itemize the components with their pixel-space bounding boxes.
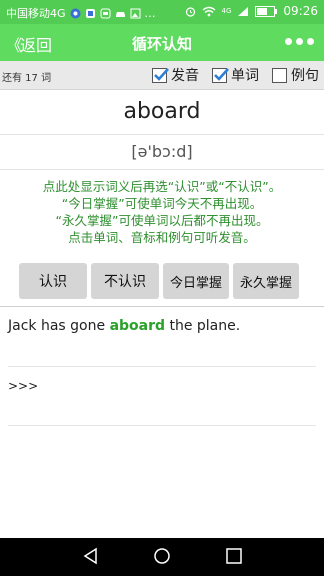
- app-bar: 《 返回 循环认知: [0, 24, 324, 61]
- checkbox-checked-icon: [212, 67, 229, 83]
- reveal-meaning-area[interactable]: 点此处显示词义后再选“认识”或“不认识”。 “今日掌握”可使单词今天不再出现。 …: [0, 178, 324, 246]
- app-notification-icon: [70, 8, 81, 18]
- battery-icon: [255, 5, 278, 17]
- network-type-label: 4G: [221, 7, 232, 15]
- image-icon: [130, 8, 141, 18]
- example-checkbox[interactable]: 例句: [272, 65, 319, 85]
- hint-line: 点击单词、音标和例句可听发音。: [68, 230, 256, 245]
- clock-label: 09:26: [283, 4, 318, 18]
- signal-icon: [238, 6, 249, 16]
- system-nav-bar: [0, 538, 324, 576]
- checkbox-unchecked-icon: [272, 67, 287, 83]
- options-bar: 还有 17 词 发音 单词 例句: [0, 61, 324, 90]
- recent-apps-square-icon[interactable]: [225, 547, 243, 565]
- app-notification-icon: [100, 8, 111, 18]
- divider: [8, 366, 316, 367]
- phonetic-text[interactable]: [ə'bɔ:d]: [0, 135, 324, 170]
- example-sentence[interactable]: Jack has gone aboard the plane.: [8, 318, 240, 334]
- page-title: 循环认知: [131, 35, 192, 53]
- action-buttons: 认识 不认识 今日掌握 永久掌握: [19, 263, 299, 299]
- status-bar-left: 中国移动4G …: [6, 5, 156, 21]
- app-notification-icon: [85, 8, 95, 18]
- more-notifications-icon: …: [144, 6, 156, 20]
- status-bar-right: 4G 09:26: [185, 4, 318, 18]
- dont-know-button[interactable]: 不认识: [91, 263, 159, 299]
- sentence-prefix: Jack has gone: [8, 318, 110, 334]
- example-label: 例句: [291, 68, 319, 84]
- more-dots-icon: [307, 38, 314, 45]
- more-dots-icon: [296, 38, 303, 45]
- back-triangle-icon[interactable]: [82, 547, 100, 565]
- pronunciation-label: 发音: [171, 68, 199, 84]
- divider: [8, 425, 316, 426]
- carrier-label: 中国移动4G: [6, 7, 66, 20]
- status-bar: 中国移动4G … 4G 09:26: [0, 0, 324, 24]
- know-button[interactable]: 认识: [19, 263, 87, 299]
- word-label: 单词: [231, 68, 259, 84]
- hint-line: 点此处显示词义后再选“认识”或“不认识”。: [42, 179, 282, 194]
- wifi-icon: [202, 6, 215, 16]
- hint-line: “今日掌握”可使单词今天不再出现。: [61, 196, 263, 211]
- sentence-highlight-word: aboard: [109, 318, 166, 334]
- sentence-suffix: the plane.: [165, 318, 241, 334]
- more-dots-icon: [285, 38, 292, 45]
- divider: [0, 306, 324, 307]
- home-circle-icon[interactable]: [153, 547, 171, 565]
- remaining-count: 还有 17 词: [2, 73, 52, 84]
- master-today-button[interactable]: 今日掌握: [163, 263, 229, 299]
- hint-line: “永久掌握”可使单词以后都不再出现。: [55, 213, 269, 228]
- alarm-icon: [185, 6, 195, 17]
- more-options-button[interactable]: [285, 38, 314, 45]
- more-link[interactable]: >>>: [8, 379, 38, 393]
- word-text[interactable]: aboard: [0, 90, 324, 135]
- master-forever-button[interactable]: 永久掌握: [233, 263, 299, 299]
- pronunciation-checkbox[interactable]: 发音: [152, 65, 199, 85]
- word-checkbox[interactable]: 单词: [212, 65, 259, 85]
- checkbox-checked-icon: [152, 67, 169, 83]
- car-icon: [115, 11, 125, 17]
